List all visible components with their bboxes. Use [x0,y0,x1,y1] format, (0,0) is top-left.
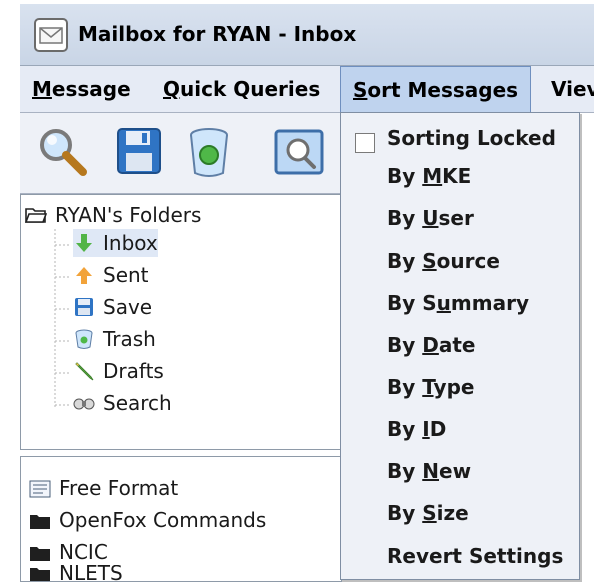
menu-sort-messages-mnemonic: S [353,78,368,102]
menu-text: By [387,333,423,357]
menu-text: By [387,206,423,230]
folder-tree: RYAN's Folders Inbox Sent Save Trash Dra… [20,194,342,450]
sort-by-date[interactable]: By Date [387,333,475,357]
title-bar: Mailbox for RYAN - Inbox [20,4,594,66]
tree-item-label: Trash [103,327,156,351]
mail-envelope-icon [34,18,68,52]
sort-by-id[interactable]: By ID [387,417,446,441]
menu-quick-queries[interactable]: Quick Queries [163,66,320,112]
tree-item-label: Sent [103,263,149,287]
menu-message-mnemonic: M [32,77,52,101]
tree-item-label: Inbox [103,231,158,255]
menu-text: ype [433,375,475,399]
menu-mnemonic: U [422,206,439,230]
menu-text: By [387,375,423,399]
sort-messages-menu: Sorting Locked By MKE By User By Source … [340,112,580,580]
menu-text: By [387,249,423,273]
menu-text: D [429,417,447,441]
revert-settings[interactable]: Revert Settings [387,544,563,568]
folder-icon [29,543,51,561]
folder-icon [29,565,51,581]
tree-root-label: RYAN's Folders [55,203,202,227]
menu-bar: Message Quick Queries Sort Messages Viev [20,66,594,113]
list-item-label: OpenFox Commands [59,508,267,532]
sort-by-type[interactable]: By Type [387,375,474,399]
menu-sort-messages[interactable]: Sort Messages [340,66,532,112]
tree-item-label: Search [103,391,172,415]
list-item-ncic[interactable]: NCIC [29,537,108,567]
tree-item-label: Save [103,295,153,319]
menu-text: By [387,164,423,188]
tree-connector [54,229,69,409]
menu-text: mmary [450,291,529,315]
menu-mnemonic: D [422,333,439,357]
view-icon[interactable] [270,123,328,181]
folder-open-icon [24,204,48,226]
sort-by-mke[interactable]: By MKE [387,164,471,188]
menu-text: By [387,501,423,525]
tree-root[interactable]: RYAN's Folders [24,201,202,229]
menu-mnemonic: S [422,501,437,525]
form-icon [29,479,51,498]
mailbox-window: Mailbox for RYAN - Inbox Message Quick Q… [0,0,594,582]
menu-message[interactable]: Message [32,66,131,112]
query-list: Free Format OpenFox Commands NCIC NLETS [20,456,342,582]
tree-item-trash[interactable]: Trash [73,325,156,353]
menu-text: ate [438,333,476,357]
list-item-label: Free Format [59,476,179,500]
save-icon [73,296,95,318]
menu-mnemonic: T [422,375,434,399]
toolbar [20,113,340,194]
trash-icon [73,328,95,350]
sorting-locked-item[interactable]: Sorting Locked [387,126,556,150]
menu-mnemonic: u [436,291,451,315]
menu-text: ource [436,249,500,273]
tree-item-save[interactable]: Save [73,293,152,321]
list-item-free-format[interactable]: Free Format [29,473,178,503]
menu-message-label: essage [51,77,131,101]
sort-by-source[interactable]: By Source [387,249,500,273]
menu-text: Revert Settings [387,544,564,568]
tree-item-sent[interactable]: Sent [73,261,149,289]
menu-text: ser [438,206,474,230]
menu-view[interactable]: Viev [551,66,594,112]
drafts-icon [73,360,95,382]
inbox-arrow-icon [73,232,95,254]
list-item-nlets[interactable]: NLETS [29,565,123,581]
menu-view-label: Viev [551,77,594,101]
save-icon[interactable] [110,123,168,181]
menu-mnemonic: I [422,417,430,441]
binoculars-icon [73,392,95,414]
menu-quick-queries-mnemonic: Q [163,77,181,101]
menu-quick-queries-label: uick Queries [180,77,321,101]
list-item-label: NCIC [59,540,108,564]
menu-text: By [387,417,423,441]
sort-by-size[interactable]: By Size [387,501,469,525]
tree-item-drafts[interactable]: Drafts [73,357,164,385]
trash-icon[interactable] [180,123,238,181]
window-title: Mailbox for RYAN - Inbox [78,22,357,46]
tree-item-inbox[interactable]: Inbox [73,229,158,257]
menu-text: ew [439,459,472,483]
list-item-label: NLETS [59,565,123,581]
menu-mnemonic: M [422,164,443,188]
tree-item-label: Drafts [103,359,164,383]
sent-arrow-icon [73,264,95,286]
menu-text: ize [436,501,469,525]
sort-by-user[interactable]: By User [387,206,474,230]
menu-text: KE [442,164,472,188]
menu-sort-messages-label: ort Messages [367,78,519,102]
sort-by-new[interactable]: By New [387,459,471,483]
menu-mnemonic: N [422,459,439,483]
menu-mnemonic: S [422,249,437,273]
sort-by-summary[interactable]: By Summary [387,291,529,315]
sorting-locked-checkbox[interactable] [355,133,375,153]
search-icon[interactable] [34,123,92,181]
menu-text: By S [387,291,437,315]
menu-text: By [387,459,423,483]
folder-icon [29,511,51,529]
tree-item-search[interactable]: Search [73,389,172,417]
list-item-openfox-commands[interactable]: OpenFox Commands [29,505,266,535]
